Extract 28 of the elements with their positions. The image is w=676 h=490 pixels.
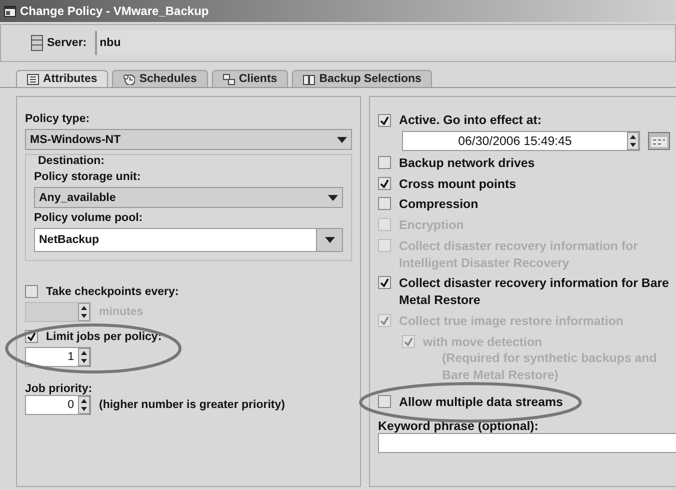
checkbox-label: Allow multiple data streams [399,394,563,411]
field-label: Policy type: [25,113,91,125]
checkbox-label: Collect disaster recovery information for Bare Metal Restore [399,275,670,309]
checkbox-label: Limit jobs per policy: [46,330,162,342]
checkbox-label: Cross mount points [399,176,516,192]
field-label: Policy storage unit: [34,171,142,183]
spin-field[interactable]: 1 [25,347,91,367]
group-label: Destination: [37,155,106,167]
field-label: Job priority: [25,383,92,395]
date-time-field[interactable]: 06/30/2006 15:49:45 [402,131,640,151]
server-label: Server: [47,37,87,49]
tab[interactable]: Schedules [112,70,208,87]
tab[interactable]: Clients [212,70,288,87]
checkbox-label: Active. Go into effect at: [399,113,542,127]
field-label: Keyword phrase (optional): [378,418,540,433]
window-title: Change Policy - VMware_Backup [20,4,209,18]
checkbox-label: Take checkpoints every: [46,286,179,298]
hint-text: (higher number is greater priority) [99,399,285,411]
spin-field[interactable]: 0 [25,395,91,415]
tab[interactable]: Attributes [16,70,108,87]
volume-pool-dropdown[interactable]: NetBackup [34,228,343,252]
policy-type-dropdown[interactable]: MS-Windows-NT [25,129,352,150]
server-field[interactable]: nbu [94,31,675,55]
checkbox-label: Compression [399,196,478,214]
field-label: Policy volume pool: [34,212,144,224]
storage-unit-dropdown[interactable]: Any_available [34,187,343,208]
tab[interactable]: Backup Selections [292,70,432,87]
checkbox-label: Backup network drives [399,155,535,172]
